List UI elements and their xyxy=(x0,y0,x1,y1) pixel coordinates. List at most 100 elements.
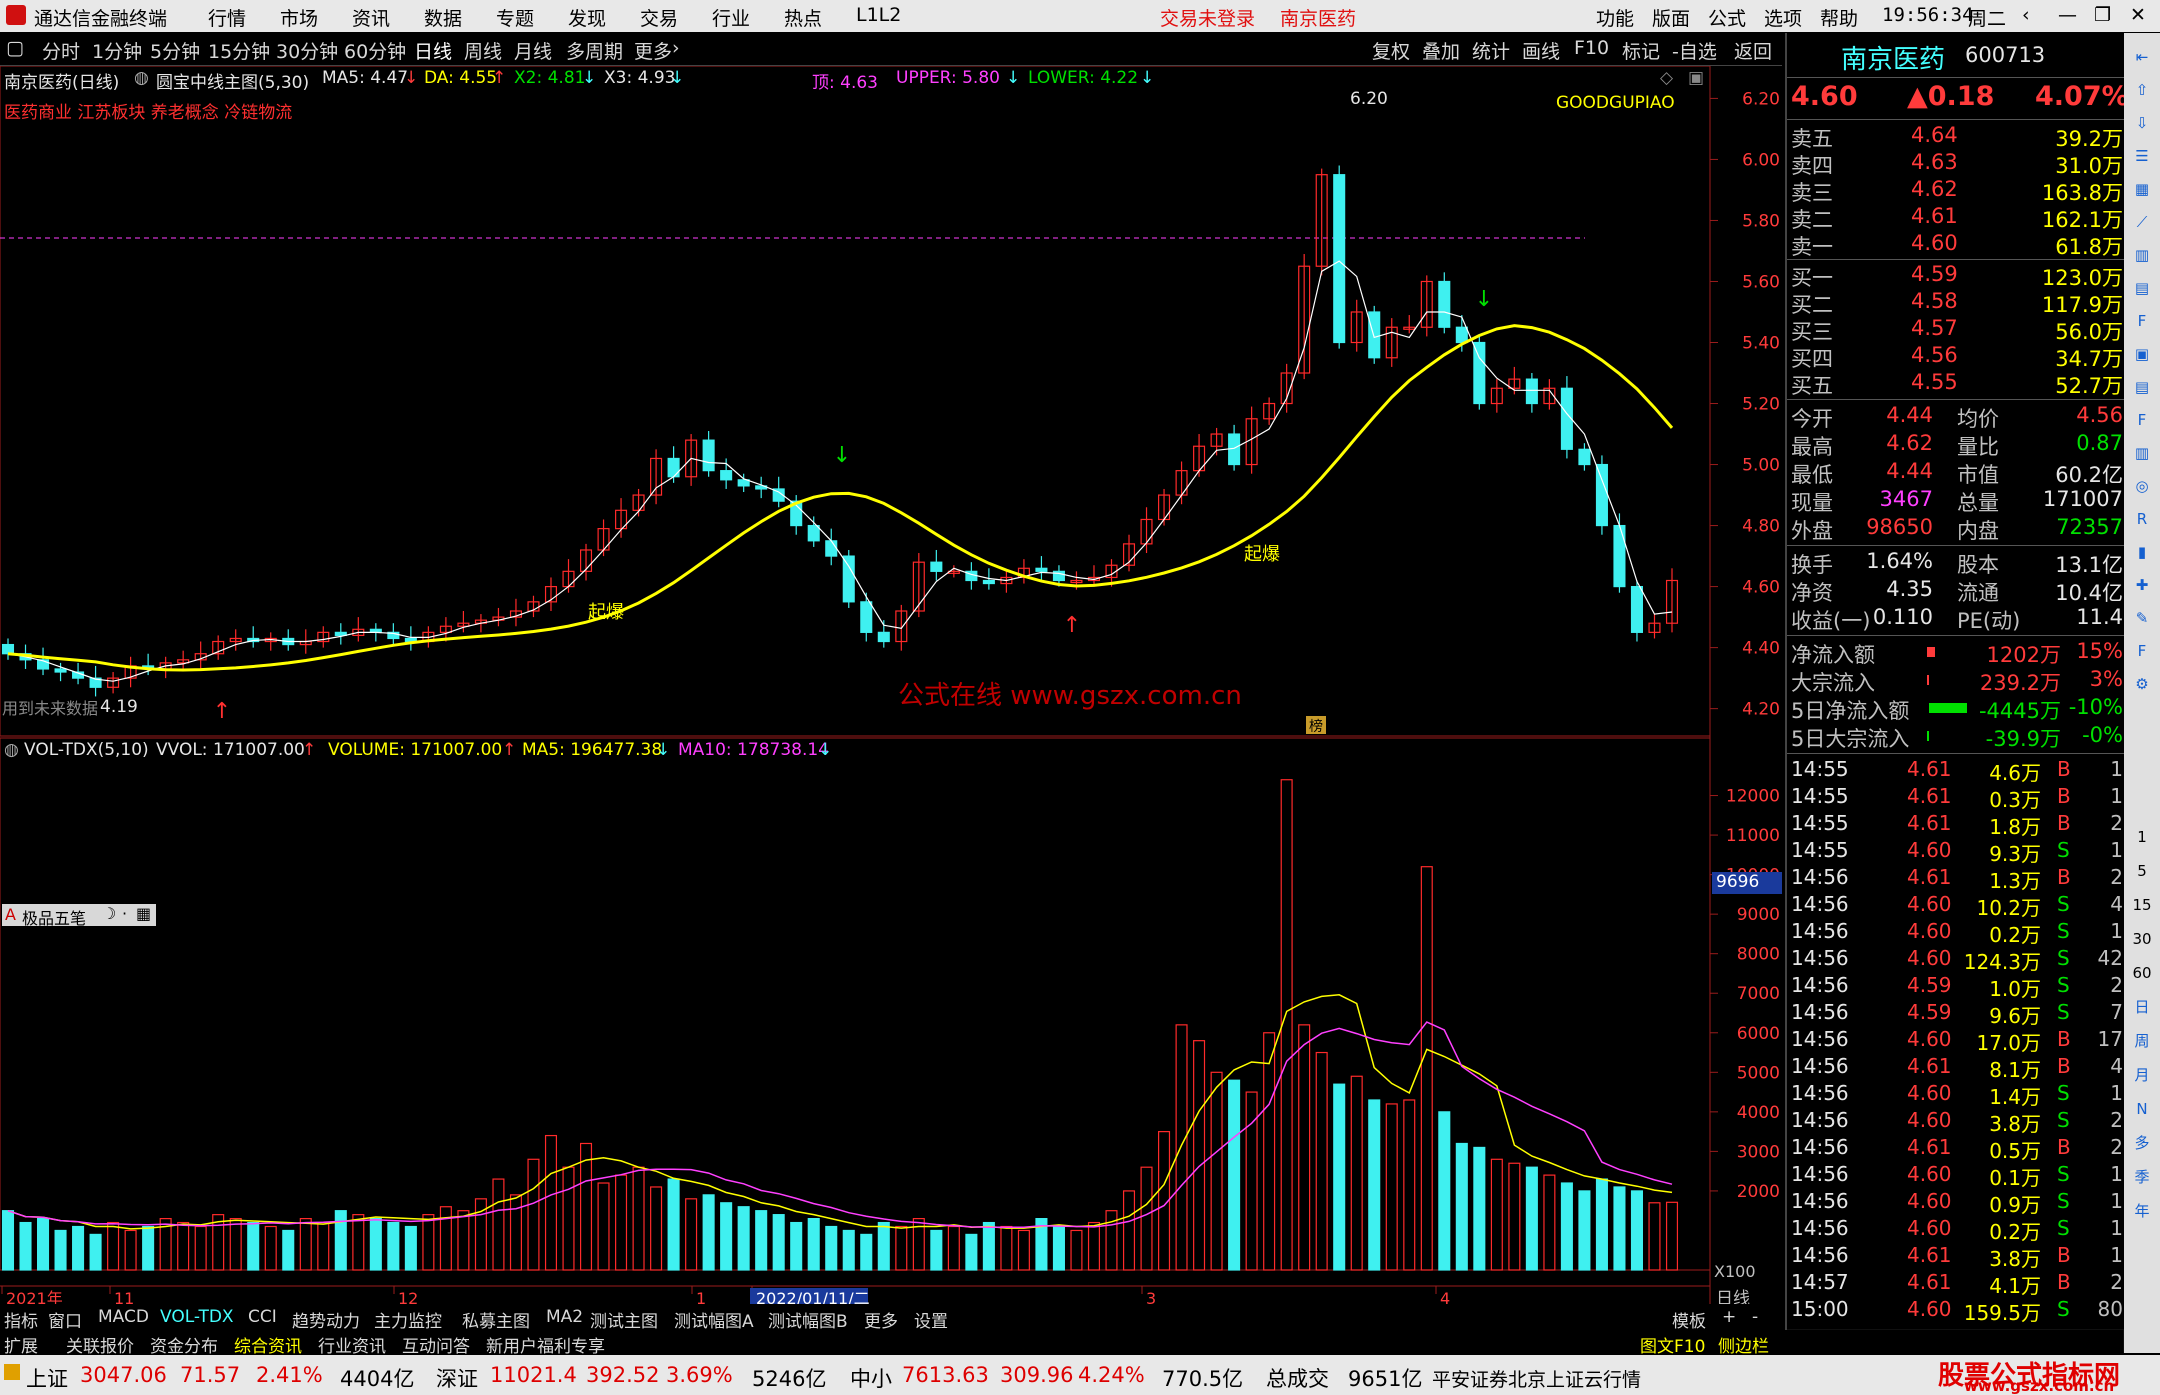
pen-tool-box[interactable]: A 极品五笔 ☽ · ▦ xyxy=(2,904,156,928)
close-icon[interactable]: ✕ xyxy=(2130,4,2146,26)
indicator-tab[interactable]: 测试幅图A xyxy=(674,1307,754,1332)
indicator-tab[interactable]: 测试幅图B xyxy=(768,1307,848,1332)
sell-level-row[interactable]: 卖四 4.63 31.0万 xyxy=(1787,150,2125,178)
arrow-up-icon[interactable]: ⇧ xyxy=(2128,76,2156,104)
sidebar-period-num[interactable]: 30 xyxy=(2128,925,2156,953)
buy-level-row[interactable]: 买二 4.58 117.9万 xyxy=(1787,289,2125,317)
sidebar-period-num[interactable]: 1 xyxy=(2128,823,2156,851)
indicator-tab[interactable]: MACD xyxy=(98,1307,149,1327)
period-daily[interactable]: 日线 xyxy=(414,37,452,64)
sidebar-period-unit[interactable]: 日 xyxy=(2128,993,2156,1021)
zx-label[interactable]: 中小 xyxy=(850,1363,892,1393)
arrow-down-icon[interactable]: ⇩ xyxy=(2128,109,2156,137)
sidebar-period-num[interactable]: 5 xyxy=(2128,857,2156,885)
indicator-tab[interactable]: 私募主图 xyxy=(462,1307,530,1332)
indicator-tab[interactable]: 指标 xyxy=(4,1307,38,1332)
menu-item-market[interactable]: 市场 xyxy=(280,4,318,31)
flow-row[interactable]: 5日大宗流入 -39.9万 -0% xyxy=(1787,723,2125,751)
kline-chart[interactable]: 6.20 6.00 5.80 5.60 5.40 5.20 5.00 4.80 4.60 4.40… xyxy=(0,66,1784,1304)
login-status[interactable]: 交易未登录 xyxy=(1160,4,1255,31)
sidebar-period-unit[interactable]: 月 xyxy=(2128,1061,2156,1089)
sz-label[interactable]: 深证 xyxy=(436,1363,478,1393)
sidebar-period-unit[interactable]: 季 xyxy=(2128,1163,2156,1191)
indicator-tab[interactable]: 窗口 xyxy=(48,1307,82,1332)
period-multi[interactable]: 多周期 xyxy=(566,37,623,64)
keyboard-icon[interactable]: ▦ xyxy=(136,904,151,923)
concept-tags[interactable]: 医药商业 江苏板块 养老概念 冷链物流 xyxy=(4,98,292,123)
menu-item-news[interactable]: 资讯 xyxy=(352,4,390,31)
f10-icon[interactable]: F xyxy=(2128,307,2156,335)
cross-icon[interactable]: ✚ xyxy=(2128,571,2156,599)
info-tab[interactable]: 扩展 xyxy=(4,1332,38,1357)
period-30min[interactable]: 30分钟 xyxy=(276,37,338,64)
sidebar-period-unit[interactable]: 多 xyxy=(2128,1129,2156,1157)
action-draw[interactable]: 画线 xyxy=(1522,37,1560,64)
buy-level-row[interactable]: 买一 4.59 123.0万 xyxy=(1787,262,2125,290)
period-1min[interactable]: 1分钟 xyxy=(92,37,142,64)
sell-level-row[interactable]: 卖三 4.62 163.8万 xyxy=(1787,177,2125,205)
indicator-tab[interactable]: CCI xyxy=(248,1307,277,1327)
menu-item-discover[interactable]: 发现 xyxy=(568,4,606,31)
sidebar-period-num[interactable]: 60 xyxy=(2128,959,2156,987)
gear-icon[interactable]: ⚙ xyxy=(2128,670,2156,698)
menu-item-l1l2[interactable]: L1L2 xyxy=(856,4,901,26)
rsi-icon[interactable]: R xyxy=(2128,505,2156,533)
indicator-right-button[interactable]: - xyxy=(1752,1307,1758,1327)
menu-help[interactable]: 帮助 xyxy=(1820,4,1858,31)
list-icon[interactable]: ☰ xyxy=(2128,142,2156,170)
vol-gear-icon[interactable]: ◍ xyxy=(4,740,19,760)
sh-label[interactable]: 上证 xyxy=(26,1363,68,1393)
pen-tool-dot-icon[interactable]: · xyxy=(122,904,127,923)
period-more[interactable]: 更多 xyxy=(634,37,672,64)
action-overlay[interactable]: 叠加 xyxy=(1422,37,1460,64)
action-fq[interactable]: 复权 xyxy=(1372,37,1410,64)
indicator-tab[interactable]: MA2 xyxy=(546,1307,583,1327)
menu-item-quotes[interactable]: 行情 xyxy=(208,4,246,31)
bar-chart-icon[interactable]: ▥ xyxy=(2128,241,2156,269)
sidebar-period-unit[interactable]: 周 xyxy=(2128,1027,2156,1055)
info-tab[interactable]: 行业资讯 xyxy=(318,1332,386,1357)
toolbar-box-icon[interactable]: ▢ xyxy=(6,37,24,59)
indicator-tab[interactable]: 趋势动力 xyxy=(292,1307,360,1332)
period-intraday[interactable]: 分时 xyxy=(42,37,80,64)
target-icon[interactable]: ◎ xyxy=(2128,472,2156,500)
menu-formula[interactable]: 公式 xyxy=(1708,4,1746,31)
formula-name[interactable]: 圆宝中线主图(5,30) xyxy=(156,68,309,93)
indicator-right-button[interactable]: + xyxy=(1722,1307,1736,1327)
period-15min[interactable]: 15分钟 xyxy=(208,37,270,64)
f2-icon[interactable]: F xyxy=(2128,406,2156,434)
indicator-tab[interactable]: VOL-TDX xyxy=(160,1307,234,1327)
sell-level-row[interactable]: 卖二 4.61 162.1万 xyxy=(1787,204,2125,232)
status-menu-icon[interactable] xyxy=(4,1364,20,1380)
pen-tool-a-icon[interactable]: A xyxy=(5,905,16,924)
flow-row[interactable]: 净流入额 1202万 15% xyxy=(1787,639,2125,667)
info-tab[interactable]: 关联报价 xyxy=(66,1332,134,1357)
period-5min[interactable]: 5分钟 xyxy=(150,37,200,64)
indicator-tab[interactable]: 设置 xyxy=(914,1307,948,1332)
action-f10[interactable]: F10 xyxy=(1574,37,1609,59)
buy-level-row[interactable]: 买三 4.57 56.0万 xyxy=(1787,316,2125,344)
pen-icon[interactable]: ✎ xyxy=(2128,604,2156,632)
kline-icon[interactable]: ▮ xyxy=(2128,538,2156,566)
period-60min[interactable]: 60分钟 xyxy=(344,37,406,64)
f10-graphic-link[interactable]: 图文F10 xyxy=(1640,1332,1705,1357)
menu-function[interactable]: 功能 xyxy=(1596,4,1634,31)
menu-item-hot[interactable]: 热点 xyxy=(784,4,822,31)
collapse-diamond-icon[interactable]: ◇ xyxy=(1660,68,1673,88)
buy-level-row[interactable]: 买四 4.56 34.7万 xyxy=(1787,343,2125,371)
f5-icon[interactable]: F xyxy=(2128,637,2156,665)
grid-icon[interactable]: ▦ xyxy=(2128,175,2156,203)
back-icon[interactable]: ‹ xyxy=(2022,4,2030,26)
info-tab[interactable]: 互动问答 xyxy=(402,1332,470,1357)
sell-level-row[interactable]: 卖五 4.64 39.2万 xyxy=(1787,123,2125,151)
sell-level-row[interactable]: 卖一 4.60 61.8万 xyxy=(1787,231,2125,259)
table-icon[interactable]: ▤ xyxy=(2128,274,2156,302)
sidebar-toggle[interactable]: 侧边栏 xyxy=(1718,1332,1769,1357)
indicator-tab[interactable]: 更多 xyxy=(864,1307,898,1332)
sidebar-period-unit[interactable]: 年 xyxy=(2128,1197,2156,1225)
buy-level-row[interactable]: 买五 4.55 52.7万 xyxy=(1787,370,2125,398)
period-weekly[interactable]: 周线 xyxy=(464,37,502,64)
info-tab[interactable]: 综合资讯 xyxy=(234,1332,302,1357)
line-chart-icon[interactable]: ⟋ xyxy=(2128,208,2156,236)
minimize-icon[interactable]: — xyxy=(2058,4,2077,26)
